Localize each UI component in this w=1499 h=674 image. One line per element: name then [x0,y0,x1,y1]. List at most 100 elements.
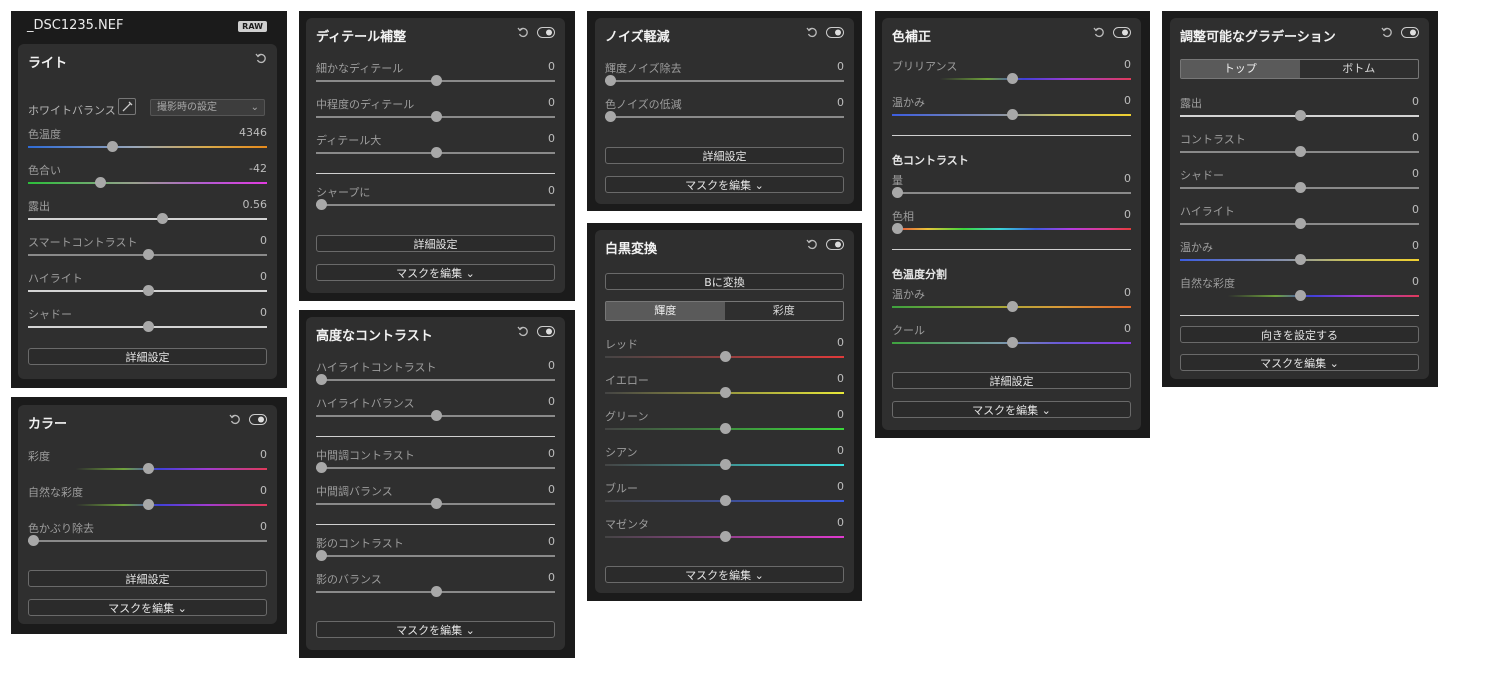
convert-bw-button[interactable]: Bに変換 [605,273,844,290]
slider-value[interactable]: 0 [548,60,555,73]
slider-track[interactable] [316,204,555,206]
slider-thumb[interactable] [719,351,731,362]
slider-value[interactable]: 0 [260,448,267,461]
slider-thumb[interactable] [1294,290,1306,301]
edit-mask-button[interactable]: マスクを編集 ⌄ [28,599,267,616]
slider-value[interactable]: 0 [260,306,267,319]
slider-track[interactable] [892,228,1131,230]
eyedropper-button[interactable] [118,98,136,115]
slider-thumb[interactable] [1006,337,1018,348]
visibility-toggle-icon[interactable] [249,413,267,425]
slider-track[interactable] [316,379,555,381]
slider-value[interactable]: 0 [837,372,844,385]
edit-mask-button[interactable]: マスクを編集 ⌄ [316,264,555,281]
edit-mask-button[interactable]: マスクを編集 ⌄ [1180,354,1419,371]
slider-thumb[interactable] [142,285,154,296]
slider-thumb[interactable] [891,187,903,198]
details-button[interactable]: 詳細設定 [605,147,844,164]
slider-thumb[interactable] [1006,109,1018,120]
slider-value[interactable]: 0 [1124,322,1131,335]
slider-thumb[interactable] [1294,218,1306,229]
slider-thumb[interactable] [719,459,731,470]
slider-value[interactable]: 0 [548,535,555,548]
slider-thumb[interactable] [719,423,731,434]
slider-value[interactable]: 0 [837,96,844,109]
slider-value[interactable]: -42 [249,162,267,175]
edit-mask-button[interactable]: マスクを編集 ⌄ [605,176,844,193]
slider-thumb[interactable] [430,111,442,122]
slider-value[interactable]: 4346 [239,126,267,139]
visibility-toggle-icon[interactable] [537,325,555,337]
slider-thumb[interactable] [94,177,106,188]
slider-thumb[interactable] [142,321,154,332]
tab-top[interactable]: トップ [1181,60,1300,78]
slider-value[interactable]: 0 [548,184,555,197]
slider-value[interactable]: 0 [1124,172,1131,185]
slider-thumb[interactable] [1006,73,1018,84]
slider-value[interactable]: 0 [548,447,555,460]
slider-thumb[interactable] [27,535,39,546]
slider-value[interactable]: 0 [1412,275,1419,288]
slider-thumb[interactable] [142,499,154,510]
undo-icon[interactable] [517,26,529,38]
visibility-toggle-icon[interactable] [826,238,844,250]
slider-value[interactable]: 0 [837,480,844,493]
visibility-toggle-icon[interactable] [826,26,844,38]
slider-value[interactable]: 0 [548,395,555,408]
slider-value[interactable]: 0 [1124,58,1131,71]
slider-value[interactable]: 0 [837,444,844,457]
slider-track[interactable] [28,182,267,184]
tab-bottom[interactable]: ボトム [1300,60,1419,78]
details-button[interactable]: 詳細設定 [892,372,1131,389]
slider-thumb[interactable] [315,374,327,385]
slider-value[interactable]: 0 [837,516,844,529]
slider-thumb[interactable] [1006,301,1018,312]
undo-icon[interactable] [806,238,818,250]
visibility-toggle-icon[interactable] [1401,26,1419,38]
slider-track[interactable] [605,80,844,82]
slider-value[interactable]: 0 [1124,208,1131,221]
slider-thumb[interactable] [315,550,327,561]
slider-value[interactable]: 0 [548,483,555,496]
set-orientation-button[interactable]: 向きを設定する [1180,326,1419,343]
slider-value[interactable]: 0 [548,96,555,109]
slider-value[interactable]: 0.56 [243,198,268,211]
edit-mask-button[interactable]: マスクを編集 ⌄ [605,566,844,583]
slider-track[interactable] [316,467,555,469]
slider-value[interactable]: 0 [1412,95,1419,108]
slider-thumb[interactable] [891,223,903,234]
tab-luminance[interactable]: 輝度 [606,302,725,320]
slider-thumb[interactable] [719,495,731,506]
slider-value[interactable]: 0 [837,408,844,421]
slider-thumb[interactable] [315,462,327,473]
slider-value[interactable]: 0 [837,60,844,73]
details-button[interactable]: 詳細設定 [28,570,267,587]
slider-track[interactable] [28,540,267,542]
slider-value[interactable]: 0 [548,132,555,145]
slider-thumb[interactable] [430,75,442,86]
undo-icon[interactable] [806,26,818,38]
undo-icon[interactable] [1093,26,1105,38]
slider-thumb[interactable] [1294,182,1306,193]
slider-thumb[interactable] [430,410,442,421]
slider-value[interactable]: 0 [1412,239,1419,252]
slider-thumb[interactable] [1294,146,1306,157]
slider-value[interactable]: 0 [1412,167,1419,180]
slider-value[interactable]: 0 [837,336,844,349]
slider-thumb[interactable] [106,141,118,152]
slider-thumb[interactable] [604,75,616,86]
slider-track[interactable] [28,218,267,220]
slider-value[interactable]: 0 [1124,94,1131,107]
slider-track[interactable] [316,555,555,557]
tab-saturation[interactable]: 彩度 [725,302,844,320]
slider-thumb[interactable] [156,213,168,224]
slider-thumb[interactable] [430,586,442,597]
edit-mask-button[interactable]: マスクを編集 ⌄ [892,401,1131,418]
undo-icon[interactable] [1381,26,1393,38]
undo-icon[interactable] [517,325,529,337]
slider-value[interactable]: 0 [260,270,267,283]
details-button[interactable]: 詳細設定 [28,348,267,365]
slider-thumb[interactable] [315,199,327,210]
slider-thumb[interactable] [142,463,154,474]
slider-thumb[interactable] [719,531,731,542]
